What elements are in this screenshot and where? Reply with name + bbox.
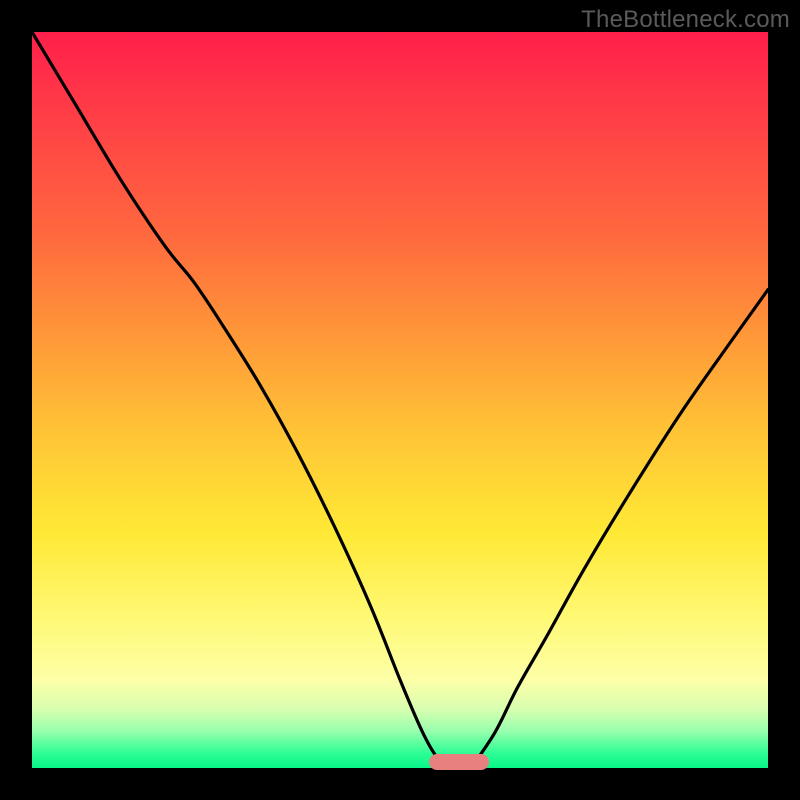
curve-svg bbox=[32, 32, 768, 768]
watermark-text: TheBottleneck.com bbox=[581, 6, 790, 34]
optimal-range-marker bbox=[429, 754, 489, 770]
curve-right-branch bbox=[474, 290, 768, 765]
chart-frame: TheBottleneck.com bbox=[0, 0, 800, 800]
plot-area bbox=[32, 32, 768, 768]
curve-left-branch bbox=[32, 32, 448, 764]
